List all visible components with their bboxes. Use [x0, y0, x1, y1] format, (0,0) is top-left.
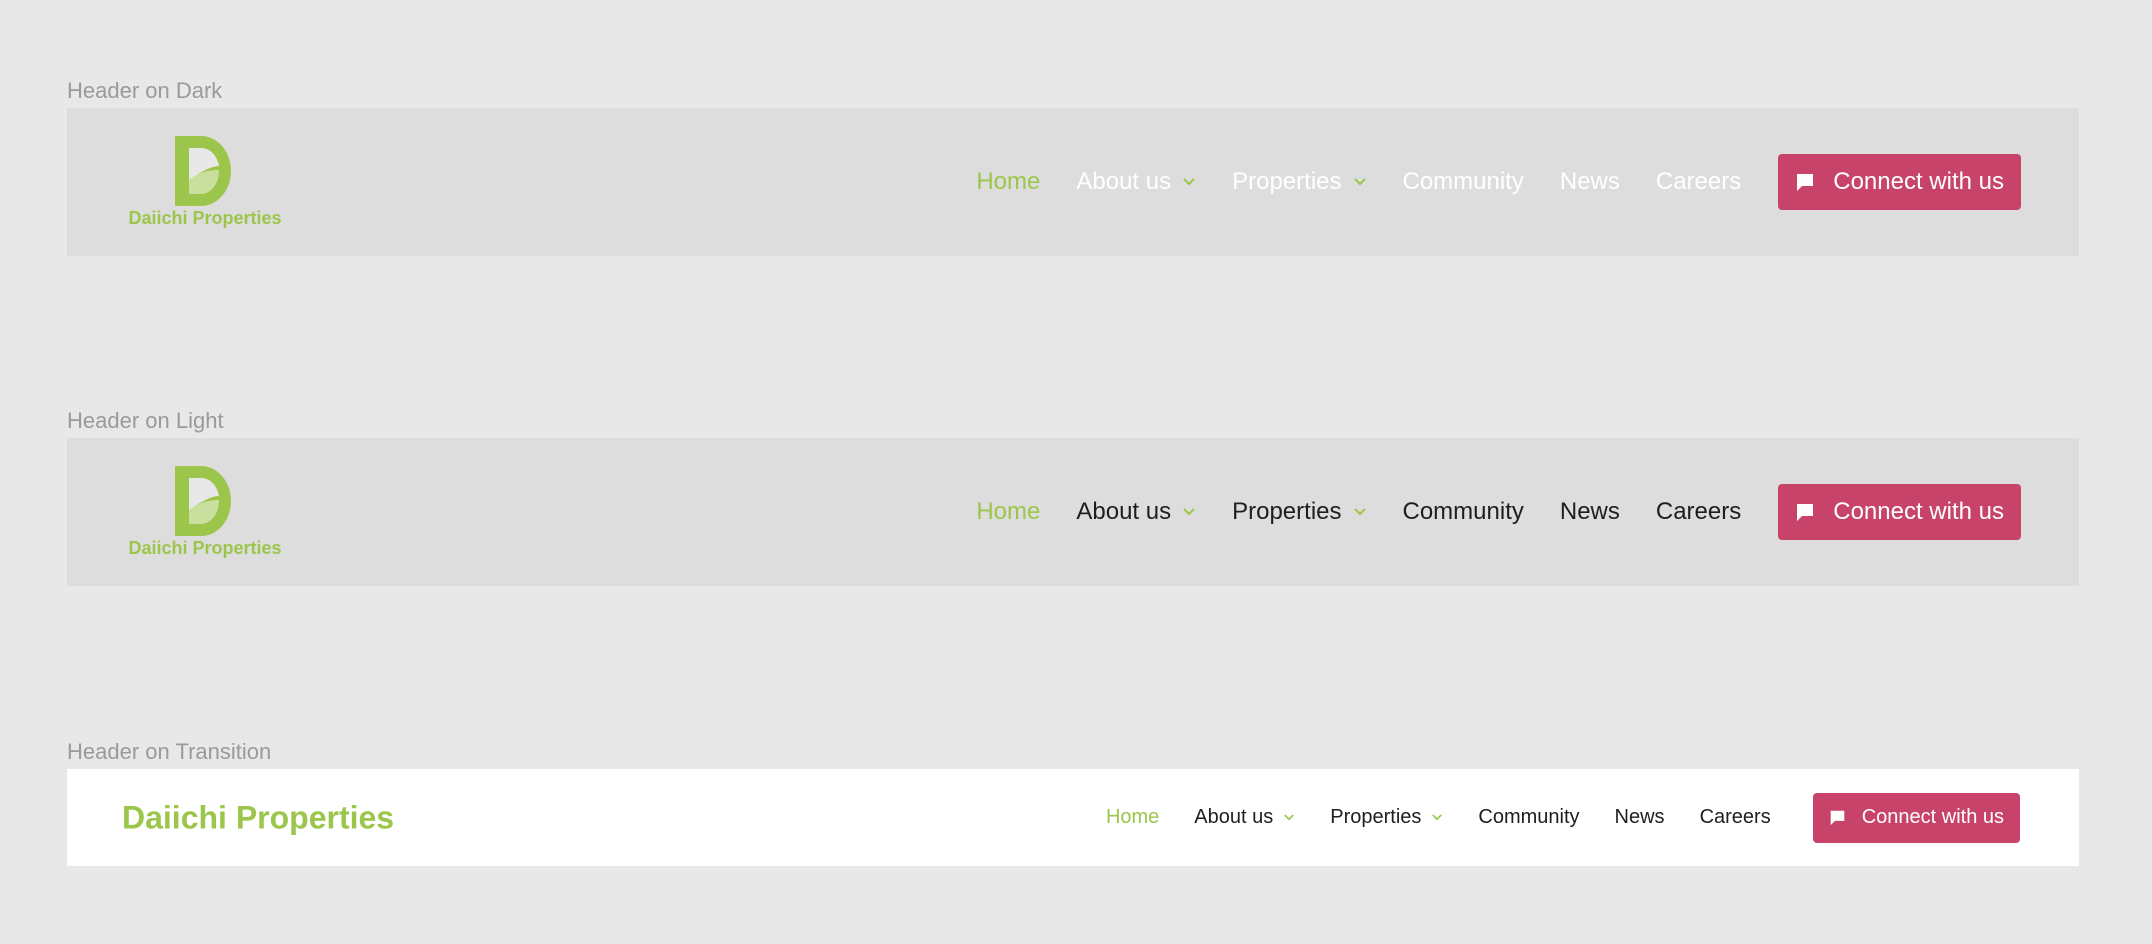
nav-news[interactable]: News: [1615, 806, 1665, 829]
connect-with-us-button[interactable]: Connect with us: [1778, 154, 2021, 210]
chat-bubble-icon: [1797, 504, 1814, 521]
nav-community[interactable]: Community: [1478, 806, 1579, 829]
nav-news[interactable]: News: [1560, 498, 1620, 526]
nav-label: News: [1614, 806, 1665, 828]
nav-label: Community: [1478, 806, 1580, 828]
section-label-light: Header on Light: [67, 408, 224, 433]
nav-label: News: [1559, 498, 1620, 525]
daiichi-logo-icon: [175, 466, 231, 536]
nav-home[interactable]: Home: [1106, 806, 1159, 829]
logo[interactable]: Daiichi Properties: [124, 136, 286, 229]
nav-community[interactable]: Community: [1403, 498, 1524, 526]
cta-label: Connect with us: [1861, 806, 2004, 828]
nav-news[interactable]: News: [1560, 168, 1620, 196]
chevron-down-icon: [1432, 814, 1443, 821]
connect-with-us-button[interactable]: Connect with us: [1812, 792, 2020, 843]
nav-label: Home: [1105, 806, 1160, 828]
nav-label: Home: [976, 168, 1041, 195]
logo-wordmark[interactable]: Daiichi Properties: [122, 799, 394, 836]
nav-label: Community: [1402, 498, 1524, 525]
nav-properties[interactable]: Properties: [1330, 806, 1443, 829]
cta-label: Connect with us: [1833, 168, 2004, 195]
nav-community[interactable]: Community: [1403, 168, 1524, 196]
main-nav: Home About us Properties Community News …: [976, 154, 2021, 210]
chevron-down-icon: [1353, 508, 1366, 516]
header-on-transition: Daiichi Properties Home About us Propert…: [67, 769, 2079, 866]
nav-label: Careers: [1655, 498, 1742, 525]
nav-label: About us: [1194, 806, 1274, 828]
nav-about-us[interactable]: About us: [1076, 168, 1196, 196]
chevron-down-icon: [1183, 508, 1195, 516]
main-nav: Home About us Properties Community News …: [976, 484, 2021, 540]
connect-with-us-button[interactable]: Connect with us: [1778, 484, 2021, 540]
section-label-transition: Header on Transition: [67, 739, 272, 764]
cta-label: Connect with us: [1833, 498, 2004, 525]
nav-careers[interactable]: Careers: [1656, 498, 1741, 526]
logo-text: Daiichi Properties: [128, 538, 282, 558]
nav-careers[interactable]: Careers: [1700, 806, 1771, 829]
nav-properties[interactable]: Properties: [1232, 168, 1366, 196]
chevron-down-icon: [1353, 178, 1366, 186]
nav-properties[interactable]: Properties: [1232, 498, 1366, 526]
nav-home[interactable]: Home: [976, 168, 1040, 196]
nav-label: About us: [1076, 498, 1172, 525]
nav-careers[interactable]: Careers: [1656, 168, 1741, 196]
chat-bubble-icon: [1830, 810, 1845, 826]
nav-label: About us: [1076, 168, 1172, 195]
chevron-down-icon: [1284, 814, 1295, 821]
nav-label: Community: [1402, 168, 1524, 195]
header-on-light: Daiichi Properties Home About us Propert…: [67, 438, 2079, 586]
chat-bubble-icon: [1797, 174, 1814, 191]
chevron-down-icon: [1183, 178, 1195, 186]
nav-home[interactable]: Home: [976, 498, 1040, 526]
header-on-dark: Daiichi Properties Home About us Propert…: [67, 108, 2079, 256]
daiichi-logo-icon: [175, 136, 231, 206]
section-label-dark: Header on Dark: [67, 78, 223, 103]
nav-label: Properties: [1232, 498, 1342, 525]
nav-label: Careers: [1699, 806, 1771, 828]
nav-label: Properties: [1330, 806, 1422, 828]
logo-text: Daiichi Properties: [128, 208, 282, 228]
nav-label: Careers: [1655, 168, 1742, 195]
nav-about-us[interactable]: About us: [1076, 498, 1196, 526]
logo[interactable]: Daiichi Properties: [124, 466, 286, 559]
nav-about-us[interactable]: About us: [1194, 806, 1295, 829]
nav-label: Home: [976, 498, 1041, 525]
nav-label: Properties: [1232, 168, 1342, 195]
main-nav: Home About us Properties Community News …: [1106, 792, 2020, 843]
nav-label: News: [1559, 168, 1620, 195]
